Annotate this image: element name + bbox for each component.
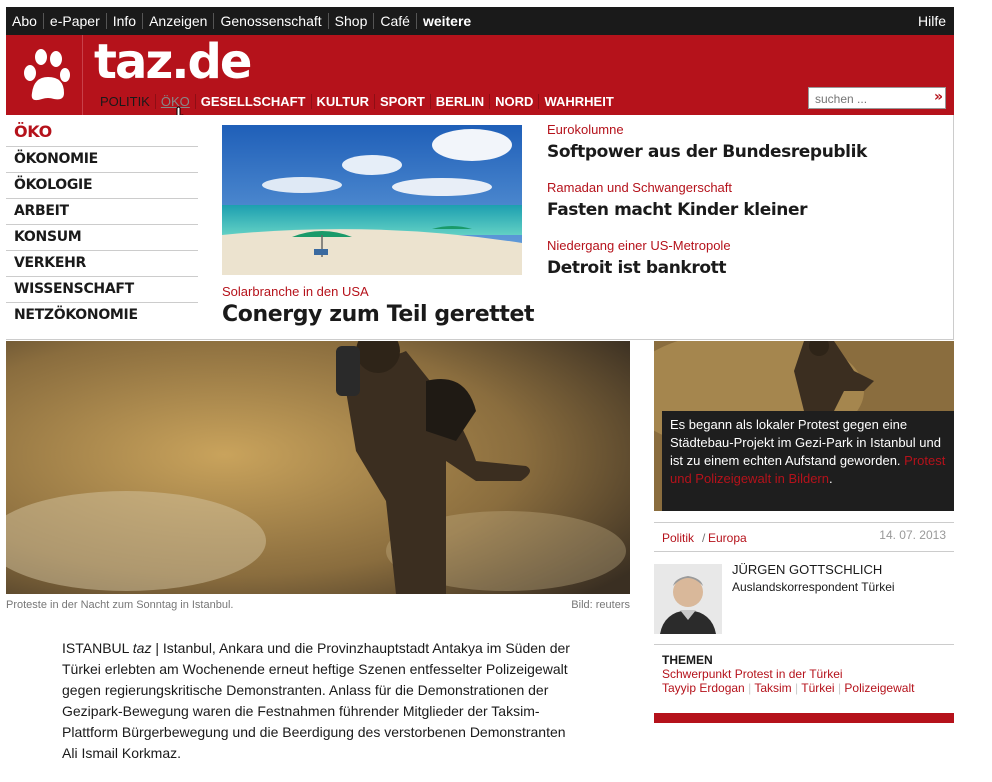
- image-credit: Bild: reuters: [571, 599, 630, 611]
- oeko-subnav: ÖKO ÖKONOMIE ÖKOLOGIE ARBEIT KONSUM VERK…: [6, 118, 198, 328]
- top-links: Abo e-Paper Info Anzeigen Genossenschaft…: [6, 7, 477, 35]
- feature-beach-image[interactable]: [222, 125, 522, 275]
- themen-link-4[interactable]: Türkei: [801, 681, 834, 695]
- nav-politik[interactable]: POLITIK: [100, 94, 155, 109]
- subnav-wissenschaft[interactable]: WISSENSCHAFT: [6, 277, 198, 303]
- image-caption: Proteste in der Nacht zum Sonntag in Ist…: [6, 599, 234, 611]
- nav-berlin[interactable]: BERLIN: [429, 94, 489, 109]
- top-link-info[interactable]: Info: [107, 13, 144, 29]
- article-main-image: [6, 341, 630, 594]
- teaser-kicker-3[interactable]: Niedergang einer US-Metropole: [547, 238, 731, 253]
- teaser-kicker-1[interactable]: Eurokolumne: [547, 122, 624, 137]
- sidebar-teaser-box: Es begann als lokaler Protest gegen eine…: [662, 411, 954, 511]
- themen-title: THEMEN: [662, 653, 713, 667]
- top-link-epaper[interactable]: e-Paper: [44, 13, 107, 29]
- themen-link-1[interactable]: Schwerpunkt Protest in der Türkei: [654, 667, 954, 681]
- themen-separator: |: [795, 681, 799, 695]
- themen-link-3[interactable]: Taksim: [754, 681, 791, 695]
- nav-sport[interactable]: SPORT: [373, 94, 430, 109]
- section-separator: /: [702, 531, 706, 545]
- subnav-oekonomie[interactable]: ÖKONOMIE: [6, 147, 198, 173]
- nav-wahrheit[interactable]: WAHRHEIT: [538, 94, 618, 109]
- protest-photo: [6, 341, 630, 594]
- image-caption-row: Proteste in der Nacht zum Sonntag in Ist…: [6, 599, 630, 611]
- sidebar-red-bar: [654, 713, 954, 723]
- teaser-headline-3[interactable]: Detroit ist bankrott: [547, 258, 726, 278]
- section-link[interactable]: Politik: [662, 531, 694, 545]
- top-link-abo[interactable]: Abo: [6, 13, 44, 29]
- search-box: »: [808, 87, 946, 109]
- themen-box: THEMEN Schwerpunkt Protest in der Türkei…: [654, 644, 954, 695]
- article-body: ISTANBUL taz | Istanbul, Ankara und die …: [62, 638, 574, 764]
- subnav-konsum[interactable]: KONSUM: [6, 225, 198, 251]
- top-link-cafe[interactable]: Café: [374, 13, 417, 29]
- author-portrait: [654, 564, 722, 634]
- themen-link-2[interactable]: Tayyip Erdogan: [662, 681, 745, 695]
- subnav-oekologie[interactable]: ÖKOLOGIE: [6, 173, 198, 199]
- subnav-arbeit[interactable]: ARBEIT: [6, 199, 198, 225]
- teaser-headline-2[interactable]: Fasten macht Kinder kleiner: [547, 200, 808, 220]
- sidebar-teaser-period: .: [828, 471, 833, 486]
- sidebar-teaser-text: Es begann als lokaler Protest gegen eine…: [670, 417, 941, 468]
- teaser-kicker-2[interactable]: Ramadan und Schwangerschaft: [547, 180, 732, 195]
- article-date: 14. 07. 2013: [879, 528, 946, 542]
- top-bar: Abo e-Paper Info Anzeigen Genossenschaft…: [6, 7, 954, 35]
- themen-link-5[interactable]: Polizeigewalt: [844, 681, 914, 695]
- author-role: Auslandskorrespondent Türkei: [732, 580, 895, 594]
- logo-paw[interactable]: [6, 35, 83, 115]
- article-meta: Politik / Europa 14. 07. 2013: [654, 522, 954, 552]
- beach-photo: [222, 125, 522, 275]
- teaser-headline-1[interactable]: Softpower aus der Bundesrepublik: [547, 142, 867, 162]
- site-logo[interactable]: taz.de: [94, 34, 252, 90]
- search-input[interactable]: [809, 90, 919, 108]
- subsection-link[interactable]: Europa: [708, 531, 747, 545]
- subnav-oeko[interactable]: ÖKO: [6, 118, 198, 147]
- article-source: taz: [132, 640, 152, 656]
- top-link-genossenschaft[interactable]: Genossenschaft: [214, 13, 329, 29]
- top-link-shop[interactable]: Shop: [329, 13, 375, 29]
- top-link-anzeigen[interactable]: Anzeigen: [143, 13, 215, 29]
- paw-icon: [24, 49, 70, 101]
- nav-nord[interactable]: NORD: [489, 94, 538, 109]
- search-button[interactable]: »: [934, 89, 943, 105]
- article-body-text: | Istanbul, Ankara und die Provinzhaupts…: [62, 640, 570, 761]
- author-box: JÜRGEN GOTTSCHLICH Auslandskorrespondent…: [654, 562, 954, 634]
- subnav-verkehr[interactable]: VERKEHR: [6, 251, 198, 277]
- feature-kicker[interactable]: Solarbranche in den USA: [222, 284, 369, 299]
- author-photo[interactable]: [654, 564, 722, 634]
- themen-separator: |: [748, 681, 752, 695]
- nav-gesellschaft[interactable]: GESELLSCHAFT: [194, 94, 311, 109]
- author-name[interactable]: JÜRGEN GOTTSCHLICH: [732, 562, 882, 577]
- feature-headline[interactable]: Conergy zum Teil gerettet: [222, 302, 535, 327]
- article-dateline: ISTANBUL: [62, 640, 129, 656]
- subnav-netzoekonomie[interactable]: NETZÖKONOMIE: [6, 303, 198, 328]
- nav-kultur[interactable]: KULTUR: [310, 94, 374, 109]
- themen-separator: |: [837, 681, 842, 695]
- top-link-weitere[interactable]: weitere: [417, 13, 477, 29]
- help-link[interactable]: Hilfe: [918, 13, 946, 29]
